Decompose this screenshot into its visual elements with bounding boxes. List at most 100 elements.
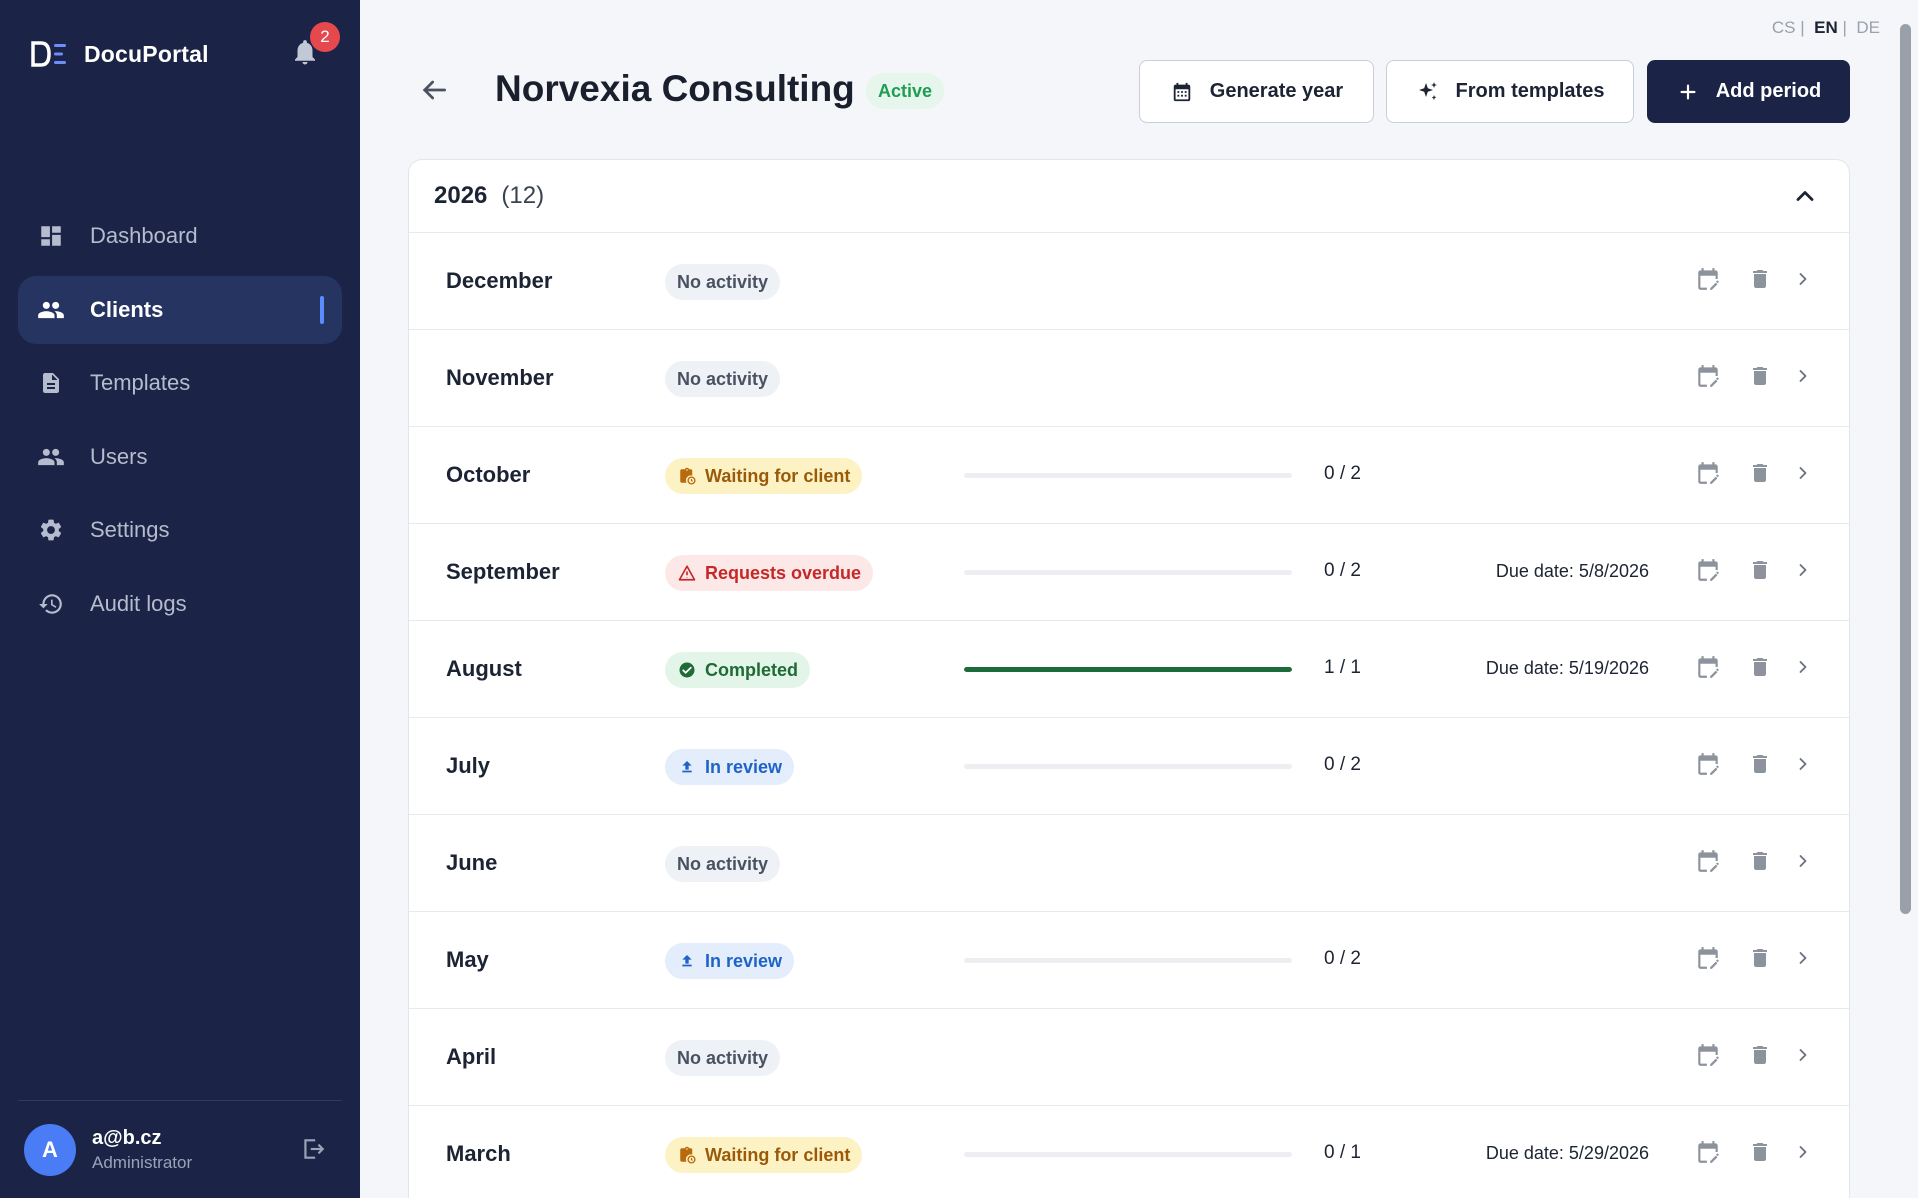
generate-year-label: Generate year (1209, 80, 1344, 102)
sidebar-item-settings[interactable]: Settings (18, 496, 342, 564)
period-status-badge: Waiting for client (665, 458, 863, 494)
sidebar-item-templates[interactable]: Templates (18, 349, 342, 417)
chevron-right-icon (1793, 754, 1813, 779)
open-period-button[interactable] (1789, 849, 1817, 877)
edit-due-date-button[interactable] (1694, 1140, 1722, 1168)
period-row-september[interactable]: September Requests overdue 0 / 2 Due date: … (409, 524, 1849, 621)
calendar-edit-icon (1695, 1042, 1721, 1073)
edit-due-date-button[interactable] (1694, 1043, 1722, 1071)
delete-period-button[interactable] (1746, 558, 1774, 586)
calendar-edit-icon (1695, 266, 1721, 297)
trash-icon (1748, 1140, 1772, 1169)
check-circle-icon (677, 660, 697, 680)
open-period-button[interactable] (1789, 558, 1817, 586)
period-row-april[interactable]: April No activity (409, 1009, 1849, 1106)
history-icon (36, 589, 66, 619)
period-month: July (446, 753, 491, 778)
delete-period-button[interactable] (1746, 461, 1774, 489)
language-switcher: CS | EN | DE (1772, 18, 1880, 38)
open-period-button[interactable] (1789, 267, 1817, 295)
delete-period-button[interactable] (1746, 849, 1774, 877)
app-name: DocuPortal (84, 40, 209, 67)
notifications-button[interactable]: 2 (290, 22, 340, 70)
from-templates-button[interactable]: From templates (1386, 60, 1634, 123)
open-period-button[interactable] (1789, 364, 1817, 392)
sidebar-item-audit-logs[interactable]: Audit logs (18, 570, 342, 638)
edit-due-date-button[interactable] (1694, 655, 1722, 683)
user-profile[interactable]: A a@b.cz Administrator (24, 1124, 192, 1176)
open-period-button[interactable] (1789, 1043, 1817, 1071)
collapse-button[interactable] (1791, 182, 1819, 210)
trash-icon (1748, 1043, 1772, 1072)
delete-period-button[interactable] (1746, 1140, 1774, 1168)
edit-due-date-button[interactable] (1694, 752, 1722, 780)
sidebar-item-clients[interactable]: Clients (18, 275, 342, 344)
open-period-button[interactable] (1789, 1140, 1817, 1168)
trash-icon (1748, 849, 1772, 878)
upload-icon (677, 951, 697, 971)
calendar-icon (1170, 80, 1194, 104)
year-group-header[interactable]: 2026 (12) (409, 160, 1849, 233)
period-row-august[interactable]: August Completed 1 / 1 Due date: 5/19/2026 (409, 621, 1849, 718)
delete-period-button[interactable] (1746, 364, 1774, 392)
delete-period-button[interactable] (1746, 267, 1774, 295)
back-button[interactable] (418, 74, 452, 108)
period-status-label: No activity (677, 271, 769, 292)
trash-icon (1748, 655, 1772, 684)
period-status-label: Completed (705, 659, 799, 680)
delete-period-button[interactable] (1746, 946, 1774, 974)
logout-button[interactable] (300, 1136, 330, 1166)
chevron-right-icon (1793, 851, 1813, 876)
calendar-edit-icon (1695, 1139, 1721, 1170)
trash-icon (1748, 267, 1772, 296)
brand[interactable]: DocuPortal (30, 36, 209, 72)
period-row-october[interactable]: October Waiting for client 0 / 2 (409, 427, 1849, 524)
lang-cs[interactable]: CS (1772, 18, 1796, 37)
calendar-edit-icon (1695, 751, 1721, 782)
chevron-right-icon (1793, 1142, 1813, 1167)
sidebar-item-dashboard[interactable]: Dashboard (18, 202, 342, 270)
open-period-button[interactable] (1789, 461, 1817, 489)
edit-due-date-button[interactable] (1694, 267, 1722, 295)
calendar-edit-icon (1695, 557, 1721, 588)
user-role: Administrator (92, 1153, 193, 1172)
period-status-badge: In review (665, 749, 795, 785)
edit-due-date-button[interactable] (1694, 946, 1722, 974)
open-period-button[interactable] (1789, 946, 1817, 974)
period-status-label: Waiting for client (705, 465, 851, 486)
open-period-button[interactable] (1789, 655, 1817, 683)
scrollbar-thumb[interactable] (1900, 24, 1911, 914)
edit-due-date-button[interactable] (1694, 461, 1722, 489)
period-row-may[interactable]: May In review 0 / 2 (409, 912, 1849, 1009)
edit-due-date-button[interactable] (1694, 849, 1722, 877)
edit-due-date-button[interactable] (1694, 364, 1722, 392)
sidebar-item-users[interactable]: Users (18, 423, 342, 491)
avatar: A (24, 1124, 76, 1176)
period-row-march[interactable]: March Waiting for client 0 / 1 Due date: 5/… (409, 1106, 1849, 1198)
progress-count: 0 / 2 (1324, 463, 1361, 484)
generate-year-button[interactable]: Generate year (1139, 60, 1374, 123)
delete-period-button[interactable] (1746, 752, 1774, 780)
add-period-button[interactable]: Add period (1647, 60, 1850, 123)
sidebar-item-label: Dashboard (90, 223, 198, 248)
trash-icon (1748, 558, 1772, 587)
docuportal-logo-icon (30, 36, 70, 72)
period-status-label: In review (705, 950, 783, 971)
lang-de[interactable]: DE (1856, 18, 1880, 37)
delete-period-button[interactable] (1746, 1043, 1774, 1071)
edit-due-date-button[interactable] (1694, 558, 1722, 586)
calendar-edit-icon (1695, 363, 1721, 394)
period-row-november[interactable]: November No activity (409, 330, 1849, 427)
sidebar-item-label: Templates (90, 370, 191, 395)
period-row-july[interactable]: July In review 0 / 2 (409, 718, 1849, 815)
open-period-button[interactable] (1789, 752, 1817, 780)
progress-bar (964, 667, 1292, 672)
add-period-label: Add period (1715, 80, 1822, 102)
delete-period-button[interactable] (1746, 655, 1774, 683)
lang-separator: | (1842, 18, 1847, 37)
sidebar: DocuPortal 2 Dashboard Clients Templates (0, 0, 360, 1198)
lang-en[interactable]: EN (1814, 18, 1838, 37)
period-row-december[interactable]: December No activity (409, 233, 1849, 330)
warning-icon (677, 563, 697, 583)
period-row-june[interactable]: June No activity (409, 815, 1849, 912)
